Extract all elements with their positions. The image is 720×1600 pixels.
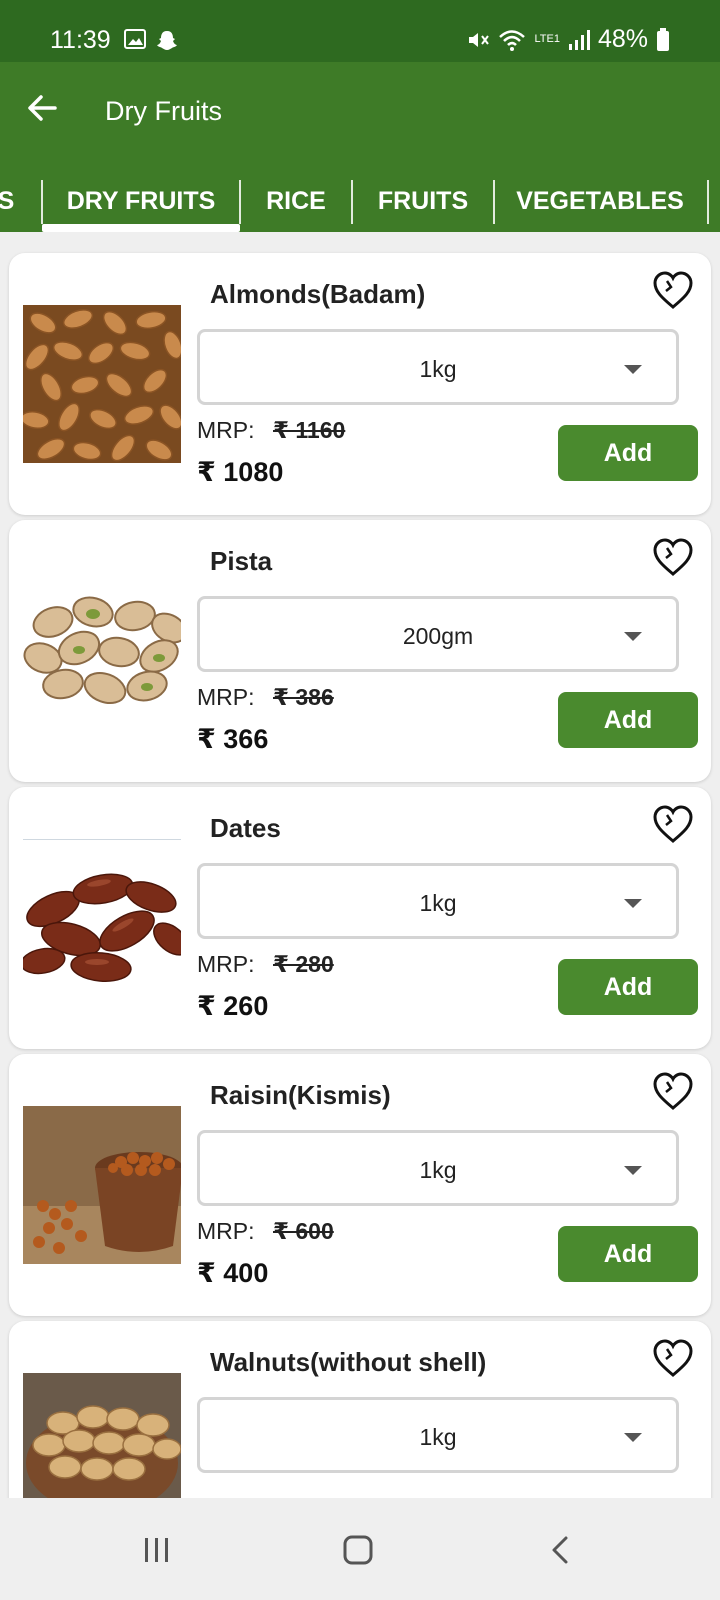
mrp-price: ₹ 386 bbox=[273, 684, 334, 710]
product-card: Raisin(Kismis) 1kg MRP: ₹ 600 ₹ 400 Add bbox=[9, 1054, 711, 1316]
add-to-cart-button[interactable]: Add bbox=[558, 1226, 698, 1282]
product-image-dates[interactable] bbox=[23, 839, 181, 997]
product-list[interactable]: Almonds(Badam) 1kg MRP: ₹ 1160 ₹ 1080 Ad… bbox=[0, 232, 720, 1498]
system-nav-bar bbox=[0, 1498, 720, 1600]
quantity-dropdown[interactable]: 1kg bbox=[197, 1397, 679, 1473]
product-card: Pista 200gm MRP: ₹ 386 ₹ 366 Add bbox=[9, 520, 711, 782]
product-image-walnuts[interactable] bbox=[23, 1373, 181, 1498]
mrp-label: MRP: bbox=[197, 1218, 255, 1244]
heart-icon bbox=[653, 1339, 693, 1377]
back-button[interactable] bbox=[20, 86, 64, 130]
tab-fruits[interactable]: FRUITS bbox=[352, 170, 494, 232]
home-icon bbox=[343, 1535, 373, 1565]
selling-price: ₹ 400 bbox=[197, 1258, 269, 1288]
quantity-dropdown[interactable]: 1kg bbox=[197, 329, 679, 405]
mrp-price: ₹ 280 bbox=[273, 951, 334, 977]
app-bar: Dry Fruits S DRY FRUITS RICE FRUITS VEGE… bbox=[0, 62, 720, 232]
mrp-label: MRP: bbox=[197, 951, 255, 977]
selling-price: ₹ 366 bbox=[197, 724, 269, 754]
product-name[interactable]: Pista bbox=[210, 546, 272, 577]
quantity-value: 1kg bbox=[419, 1157, 457, 1183]
chevron-down-icon bbox=[624, 1166, 642, 1175]
add-to-cart-button[interactable]: Add bbox=[558, 425, 698, 481]
tab-indicator bbox=[42, 224, 240, 232]
favorite-button[interactable] bbox=[651, 1337, 695, 1381]
snapchat-icon bbox=[157, 31, 177, 50]
chevron-down-icon bbox=[624, 632, 642, 641]
product-card: Almonds(Badam) 1kg MRP: ₹ 1160 ₹ 1080 Ad… bbox=[9, 253, 711, 515]
status-bar: 11:39 LTE1 48% bbox=[0, 0, 720, 62]
favorite-button[interactable] bbox=[651, 803, 695, 847]
favorite-button[interactable] bbox=[651, 1070, 695, 1114]
back-icon bbox=[552, 1536, 568, 1564]
battery-percent: 48% bbox=[597, 25, 648, 53]
mute-icon bbox=[469, 32, 490, 47]
mrp-price: ₹ 600 bbox=[273, 1218, 334, 1244]
product-image-raisins[interactable] bbox=[23, 1106, 181, 1264]
heart-icon bbox=[653, 805, 693, 843]
recents-button[interactable] bbox=[127, 1526, 187, 1574]
favorite-button[interactable] bbox=[651, 536, 695, 580]
page-title: Dry Fruits bbox=[105, 96, 222, 126]
tab-vegetables[interactable]: VEGETABLES bbox=[494, 170, 706, 232]
mrp-label: MRP: bbox=[197, 417, 255, 443]
product-name[interactable]: Walnuts(without shell) bbox=[210, 1347, 486, 1378]
product-image-pistachio[interactable] bbox=[23, 572, 181, 730]
nav-back-button[interactable] bbox=[530, 1526, 590, 1574]
chevron-down-icon bbox=[624, 1433, 642, 1442]
add-to-cart-button[interactable]: Add bbox=[558, 692, 698, 748]
product-name[interactable]: Dates bbox=[210, 813, 281, 844]
quantity-value: 1kg bbox=[419, 1424, 457, 1450]
quantity-dropdown[interactable]: 200gm bbox=[197, 596, 679, 672]
product-image-almonds[interactable] bbox=[23, 305, 181, 463]
heart-icon bbox=[653, 538, 693, 576]
tab-divider bbox=[707, 180, 709, 224]
product-card: Walnuts(without shell) 1kg bbox=[9, 1321, 711, 1498]
arrow-left-icon bbox=[28, 95, 57, 121]
quantity-value: 200gm bbox=[402, 623, 474, 649]
recents-icon bbox=[145, 1538, 168, 1562]
status-time: 11:39 bbox=[50, 26, 111, 54]
selling-price: ₹ 260 bbox=[197, 991, 269, 1021]
home-button[interactable] bbox=[328, 1526, 388, 1574]
mrp-label: MRP: bbox=[197, 684, 255, 710]
favorite-button[interactable] bbox=[651, 269, 695, 313]
product-name[interactable]: Almonds(Badam) bbox=[210, 279, 425, 310]
mrp-price: ₹ 1160 bbox=[273, 417, 346, 443]
wifi-icon bbox=[499, 29, 526, 51]
chevron-down-icon bbox=[624, 365, 642, 374]
network-label: LTE1 bbox=[534, 33, 560, 45]
signal-icon bbox=[568, 29, 590, 50]
quantity-value: 1kg bbox=[419, 890, 457, 916]
tab-previous[interactable]: S bbox=[0, 170, 16, 232]
heart-icon bbox=[653, 271, 693, 309]
chevron-down-icon bbox=[624, 899, 642, 908]
category-tabs: S DRY FRUITS RICE FRUITS VEGETABLES bbox=[0, 170, 720, 232]
quantity-value: 1kg bbox=[419, 356, 457, 382]
add-to-cart-button[interactable]: Add bbox=[558, 959, 698, 1015]
product-name[interactable]: Raisin(Kismis) bbox=[210, 1080, 391, 1111]
product-card: Dates 1kg MRP: ₹ 280 ₹ 260 Add bbox=[9, 787, 711, 1049]
heart-icon bbox=[653, 1072, 693, 1110]
quantity-dropdown[interactable]: 1kg bbox=[197, 863, 679, 939]
tab-dry-fruits[interactable]: DRY FRUITS bbox=[42, 170, 240, 232]
tab-rice[interactable]: RICE bbox=[240, 170, 352, 232]
image-icon bbox=[124, 29, 146, 49]
quantity-dropdown[interactable]: 1kg bbox=[197, 1130, 679, 1206]
battery-icon bbox=[657, 27, 669, 51]
selling-price: ₹ 1080 bbox=[197, 457, 284, 487]
